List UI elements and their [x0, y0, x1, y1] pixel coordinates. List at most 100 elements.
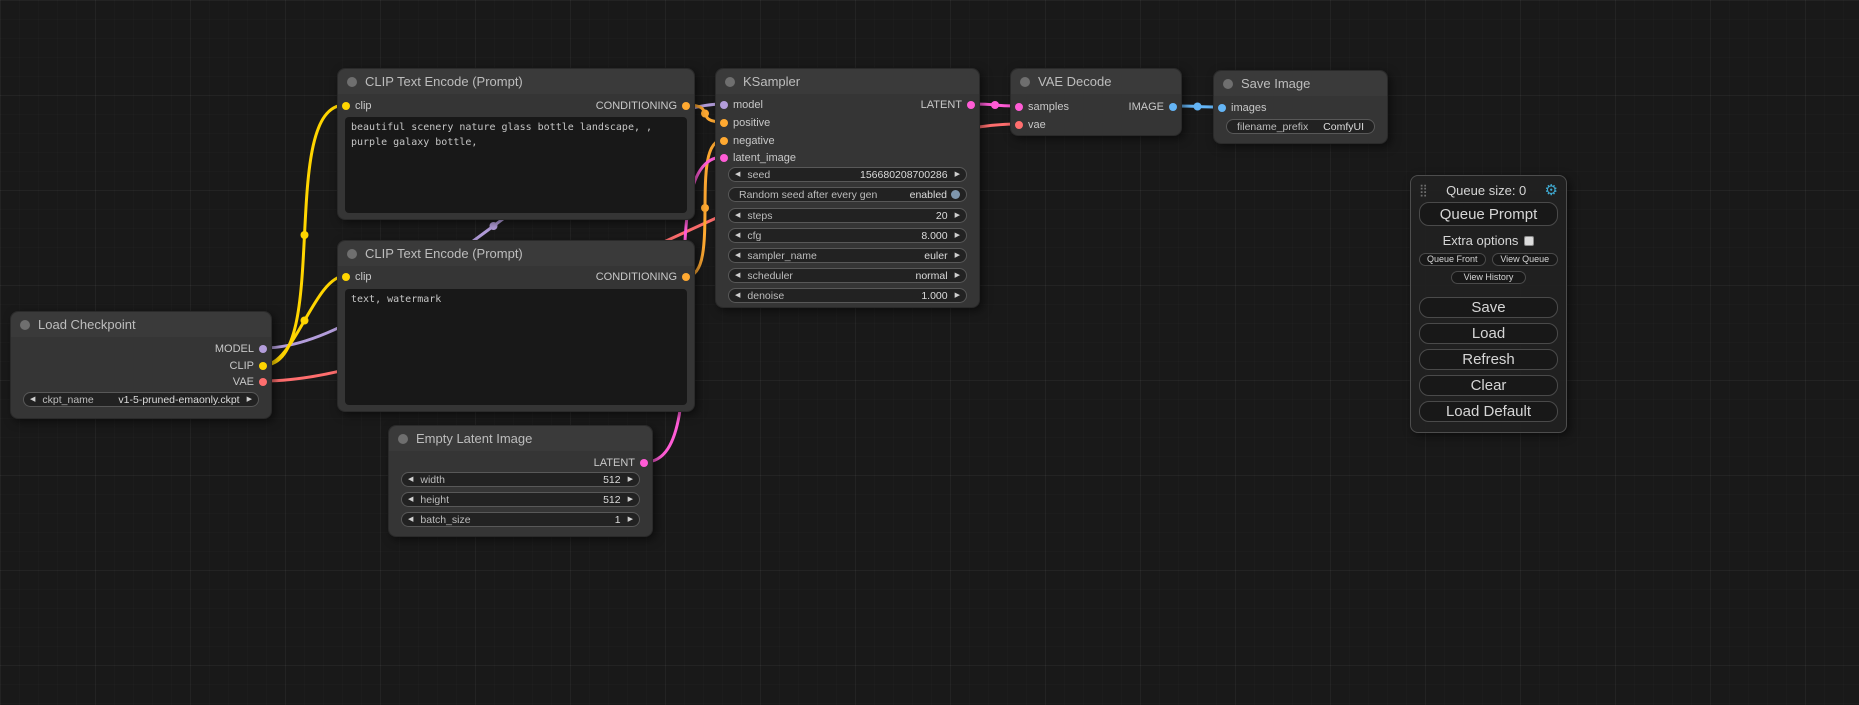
next-arrow-icon[interactable]: ▶: [955, 252, 960, 259]
output-slot-latent: LATENT: [921, 97, 979, 113]
link-conditioning-negative-midpoint-dot: [701, 204, 709, 212]
conditioning-output-port[interactable]: [682, 102, 690, 110]
model-output-port[interactable]: [259, 345, 267, 353]
output-slot-clip: CLIP: [230, 358, 271, 374]
node-title-bar[interactable]: CLIP Text Encode (Prompt): [338, 69, 694, 94]
node-title-bar[interactable]: Empty Latent Image: [389, 426, 652, 451]
decrement-arrow-icon[interactable]: ◀: [735, 292, 740, 299]
positive-input-port[interactable]: [720, 119, 728, 127]
load-default-button[interactable]: Load Default: [1419, 401, 1558, 422]
increment-arrow-icon[interactable]: ▶: [955, 212, 960, 219]
load-button[interactable]: Load: [1419, 323, 1558, 344]
negative-input-port[interactable]: [720, 137, 728, 145]
prev-arrow-icon[interactable]: ◀: [735, 252, 740, 259]
gear-icon[interactable]: ⚙: [1545, 183, 1558, 198]
save-button[interactable]: Save: [1419, 297, 1558, 318]
latent-output-port[interactable]: [967, 101, 975, 109]
prev-arrow-icon[interactable]: ◀: [735, 272, 740, 279]
collapse-toggle-icon[interactable]: [1020, 77, 1030, 87]
latent-image-input-port[interactable]: [720, 154, 728, 162]
decrement-arrow-icon[interactable]: ◀: [735, 212, 740, 219]
node-title-bar[interactable]: CLIP Text Encode (Prompt): [338, 241, 694, 266]
images-input-port[interactable]: [1218, 104, 1226, 112]
collapse-toggle-icon[interactable]: [398, 434, 408, 444]
node-graph-canvas[interactable]: Load Checkpoint MODEL CLIP VAE ◀ ckpt_na…: [0, 0, 1859, 705]
increment-arrow-icon[interactable]: ▶: [628, 516, 633, 523]
clip-output-port[interactable]: [259, 362, 267, 370]
decrement-arrow-icon[interactable]: ◀: [408, 516, 413, 523]
decrement-arrow-icon[interactable]: ◀: [735, 232, 740, 239]
model-input-port[interactable]: [720, 101, 728, 109]
node-title: Load Checkpoint: [38, 317, 136, 332]
negative-prompt-textarea[interactable]: text, watermark: [345, 289, 687, 405]
link-image-midpoint-dot: [1194, 103, 1202, 111]
decrement-arrow-icon[interactable]: ◀: [408, 476, 413, 483]
extra-options-checkbox[interactable]: [1524, 236, 1534, 246]
positive-prompt-textarea[interactable]: beautiful scenery nature glass bottle la…: [345, 117, 687, 213]
clear-button[interactable]: Clear: [1419, 375, 1558, 396]
collapse-toggle-icon[interactable]: [20, 320, 30, 330]
denoise-widget[interactable]: ◀ denoise 1.000 ▶: [728, 288, 967, 303]
scheduler-widget[interactable]: ◀ scheduler normal ▶: [728, 268, 967, 283]
link-clip-negative-midpoint-dot: [301, 317, 309, 325]
increment-arrow-icon[interactable]: ▶: [628, 496, 633, 503]
collapse-toggle-icon[interactable]: [1223, 79, 1233, 89]
steps-widget[interactable]: ◀ steps 20 ▶: [728, 208, 967, 223]
random-seed-toggle[interactable]: [951, 190, 960, 199]
node-save-image[interactable]: Save Image images filename_prefix ComfyU…: [1213, 70, 1388, 144]
filename-prefix-widget[interactable]: filename_prefix ComfyUI: [1226, 119, 1375, 134]
collapse-toggle-icon[interactable]: [347, 77, 357, 87]
conditioning-output-port[interactable]: [682, 273, 690, 281]
input-slot-clip: clip: [338, 98, 372, 114]
decrement-arrow-icon[interactable]: ◀: [735, 171, 740, 178]
output-slot-image: IMAGE: [1129, 99, 1181, 115]
link-latent-samples-midpoint-dot: [991, 101, 999, 109]
drag-handle-icon[interactable]: ⣿: [1419, 183, 1428, 197]
increment-arrow-icon[interactable]: ▶: [955, 171, 960, 178]
node-clip-text-encode-positive[interactable]: CLIP Text Encode (Prompt) clip CONDITION…: [337, 68, 695, 220]
collapse-toggle-icon[interactable]: [725, 77, 735, 87]
node-title: CLIP Text Encode (Prompt): [365, 246, 523, 261]
prev-arrow-icon[interactable]: ◀: [30, 396, 35, 403]
increment-arrow-icon[interactable]: ▶: [955, 292, 960, 299]
node-title-bar[interactable]: KSampler: [716, 69, 979, 94]
node-load-checkpoint[interactable]: Load Checkpoint MODEL CLIP VAE ◀ ckpt_na…: [10, 311, 272, 419]
node-title-bar[interactable]: Save Image: [1214, 71, 1387, 96]
collapse-toggle-icon[interactable]: [347, 249, 357, 259]
random-seed-widget[interactable]: Random seed after every gen enabled: [728, 187, 967, 202]
seed-widget[interactable]: ◀ seed 156680208700286 ▶: [728, 167, 967, 182]
queue-front-button[interactable]: Queue Front: [1419, 253, 1486, 266]
vae-output-port[interactable]: [259, 378, 267, 386]
image-output-port[interactable]: [1169, 103, 1177, 111]
node-ksampler[interactable]: KSampler model LATENT positive negative …: [715, 68, 980, 308]
view-queue-button[interactable]: View Queue: [1492, 253, 1559, 266]
height-widget[interactable]: ◀ height 512 ▶: [401, 492, 640, 507]
vae-input-port[interactable]: [1015, 121, 1023, 129]
node-title-bar[interactable]: VAE Decode: [1011, 69, 1181, 94]
output-slot-model: MODEL: [215, 341, 271, 357]
clip-input-port[interactable]: [342, 273, 350, 281]
clip-input-port[interactable]: [342, 102, 350, 110]
latent-output-port[interactable]: [640, 459, 648, 467]
refresh-button[interactable]: Refresh: [1419, 349, 1558, 370]
node-title-bar[interactable]: Load Checkpoint: [11, 312, 271, 337]
cfg-widget[interactable]: ◀ cfg 8.000 ▶: [728, 228, 967, 243]
node-vae-decode[interactable]: VAE Decode samples IMAGE vae: [1010, 68, 1182, 136]
queue-prompt-button[interactable]: Queue Prompt: [1419, 202, 1558, 226]
decrement-arrow-icon[interactable]: ◀: [408, 496, 413, 503]
next-arrow-icon[interactable]: ▶: [955, 272, 960, 279]
node-empty-latent-image[interactable]: Empty Latent Image LATENT ◀ width 512 ▶ …: [388, 425, 653, 537]
increment-arrow-icon[interactable]: ▶: [955, 232, 960, 239]
next-arrow-icon[interactable]: ▶: [247, 396, 252, 403]
samples-input-port[interactable]: [1015, 103, 1023, 111]
ckpt-name-widget[interactable]: ◀ ckpt_name v1-5-pruned-emaonly.ckpt ▶: [23, 392, 259, 407]
batch-size-widget[interactable]: ◀ batch_size 1 ▶: [401, 512, 640, 527]
width-widget[interactable]: ◀ width 512 ▶: [401, 472, 640, 487]
increment-arrow-icon[interactable]: ▶: [628, 476, 633, 483]
queue-menu-panel: ⣿ Queue size: 0 ⚙ Queue Prompt Extra opt…: [1410, 175, 1567, 433]
node-clip-text-encode-negative[interactable]: CLIP Text Encode (Prompt) clip CONDITION…: [337, 240, 695, 412]
input-slot-samples: samples: [1011, 99, 1069, 115]
sampler-name-widget[interactable]: ◀ sampler_name euler ▶: [728, 248, 967, 263]
extra-options-row: Extra options: [1419, 233, 1558, 248]
view-history-button[interactable]: View History: [1451, 271, 1527, 284]
